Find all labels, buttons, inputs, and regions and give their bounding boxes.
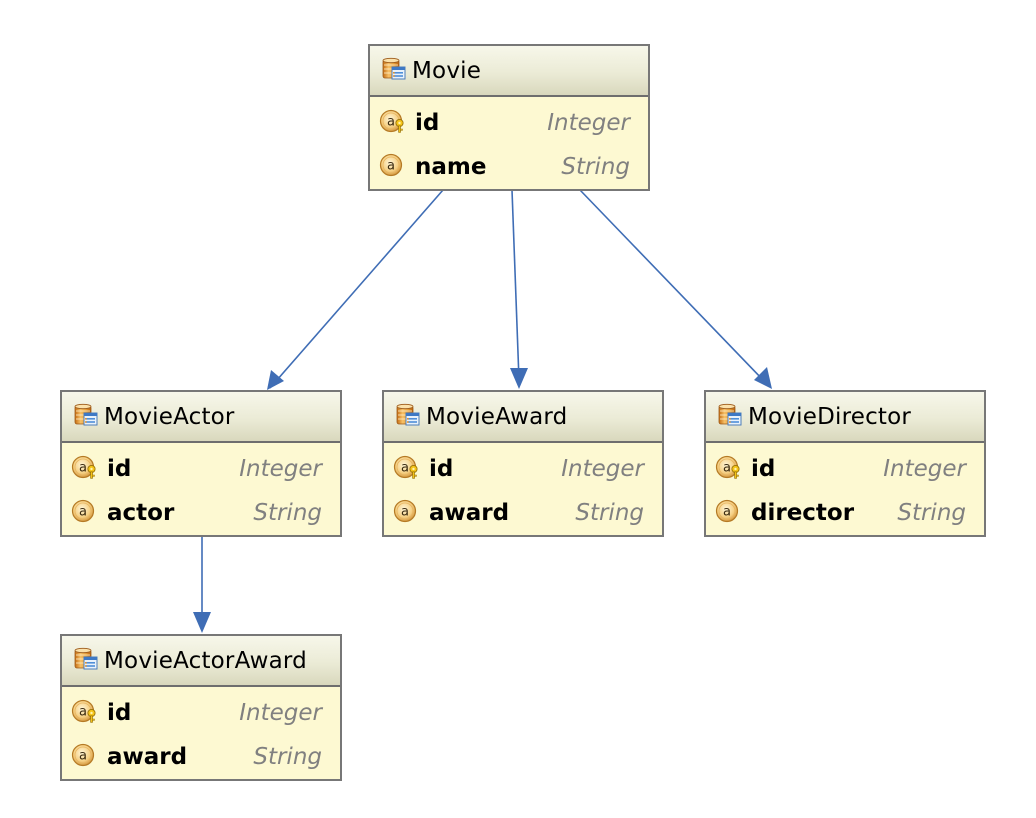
- attribute-type: String: [253, 500, 322, 526]
- svg-text:a: a: [79, 461, 87, 476]
- svg-text:a: a: [401, 461, 409, 476]
- svg-text:a: a: [401, 505, 409, 520]
- svg-text:a: a: [79, 505, 87, 520]
- attribute-name: award: [429, 500, 510, 526]
- entity-attributes: a id Integer: [370, 97, 648, 189]
- entity-title-movie-director: MovieDirector: [748, 403, 912, 430]
- attribute-row-movie-name[interactable]: a name String: [370, 145, 648, 189]
- attribute-type: Integer: [239, 456, 322, 482]
- table-icon: [382, 57, 406, 85]
- entity-movie-actor-award[interactable]: MovieActorAward a id Integer a award Str…: [60, 634, 342, 781]
- attribute-icon: a: [71, 742, 99, 772]
- attribute-row-movie-director-director[interactable]: a director String: [706, 491, 984, 535]
- arrowhead-moviedirector: [754, 367, 772, 389]
- attribute-type: String: [897, 500, 966, 526]
- entity-movie-director[interactable]: MovieDirector a id Integer a director St…: [704, 390, 986, 537]
- arrowhead-movieaward: [510, 368, 528, 389]
- attribute-icon: a: [715, 498, 743, 528]
- attribute-name: id: [107, 456, 132, 482]
- attribute-icon: a: [379, 152, 407, 182]
- entity-movie[interactable]: Movie a id Integer a name String: [368, 44, 650, 191]
- relationship-movie-to-movieaward[interactable]: [511, 189, 520, 381]
- attribute-type: String: [561, 154, 630, 180]
- table-icon: [718, 403, 742, 431]
- attribute-type: String: [253, 744, 322, 770]
- primary-key-attribute-icon: a: [379, 108, 407, 138]
- svg-text:a: a: [387, 159, 395, 174]
- primary-key-attribute-icon: a: [71, 698, 99, 728]
- svg-text:a: a: [79, 705, 87, 720]
- attribute-row-movie-actor-actor[interactable]: a actor String: [62, 491, 340, 535]
- attribute-name: actor: [107, 500, 175, 526]
- svg-text:a: a: [387, 115, 395, 130]
- attribute-row-movie-actor-id[interactable]: a id Integer: [62, 447, 340, 491]
- attribute-type: String: [575, 500, 644, 526]
- primary-key-attribute-icon: a: [393, 454, 421, 484]
- attribute-row-movie-actor-award-id[interactable]: a id Integer: [62, 691, 340, 735]
- attribute-row-movie-director-id[interactable]: a id Integer: [706, 447, 984, 491]
- attribute-name: id: [751, 456, 776, 482]
- attribute-name: id: [415, 110, 440, 136]
- entity-header[interactable]: MovieActor: [62, 392, 340, 443]
- entity-attributes: a id Integer: [62, 687, 340, 779]
- arrowhead-movieactoraward: [193, 612, 211, 633]
- attribute-type: Integer: [883, 456, 966, 482]
- table-icon: [74, 403, 98, 431]
- entity-movie-actor[interactable]: MovieActor a id Integer a actor String: [60, 390, 342, 537]
- entity-header[interactable]: Movie: [370, 46, 648, 97]
- attribute-type: Integer: [547, 110, 630, 136]
- attribute-row-movie-award-id[interactable]: a id Integer: [384, 447, 662, 491]
- attribute-name: id: [107, 700, 132, 726]
- attribute-row-movie-id[interactable]: a id Integer: [370, 101, 648, 145]
- relationship-movie-to-movieactor[interactable]: [269, 189, 444, 389]
- attribute-name: id: [429, 456, 454, 482]
- attribute-type: Integer: [239, 700, 322, 726]
- attribute-name: director: [751, 500, 855, 526]
- entity-movie-award[interactable]: MovieAward a id Integer a award String: [382, 390, 664, 537]
- attribute-icon: a: [71, 498, 99, 528]
- svg-text:a: a: [723, 505, 731, 520]
- table-icon: [396, 403, 420, 431]
- entity-attributes: a id Integer: [62, 443, 340, 535]
- attribute-row-movie-actor-award-award[interactable]: a award String: [62, 735, 340, 779]
- primary-key-attribute-icon: a: [715, 454, 743, 484]
- entity-header[interactable]: MovieDirector: [706, 392, 984, 443]
- entity-header[interactable]: MovieActorAward: [62, 636, 340, 687]
- entity-header[interactable]: MovieAward: [384, 392, 662, 443]
- table-icon: [74, 647, 98, 675]
- attribute-name: name: [415, 154, 487, 180]
- entity-attributes: a id Integer: [384, 443, 662, 535]
- entity-title-movie-actor: MovieActor: [104, 403, 235, 430]
- relationship-movie-to-moviedirector[interactable]: [579, 189, 766, 383]
- entity-title-movie-award: MovieAward: [426, 403, 568, 430]
- attribute-type: Integer: [561, 456, 644, 482]
- arrowhead-movieactor: [267, 370, 284, 390]
- entity-title-movie: Movie: [412, 57, 482, 84]
- entity-title-movie-actor-award: MovieActorAward: [104, 647, 307, 674]
- attribute-name: award: [107, 744, 188, 770]
- primary-key-attribute-icon: a: [71, 454, 99, 484]
- attribute-icon: a: [393, 498, 421, 528]
- svg-text:a: a: [79, 749, 87, 764]
- svg-text:a: a: [723, 461, 731, 476]
- attribute-row-movie-award-award[interactable]: a award String: [384, 491, 662, 535]
- entity-attributes: a id Integer: [706, 443, 984, 535]
